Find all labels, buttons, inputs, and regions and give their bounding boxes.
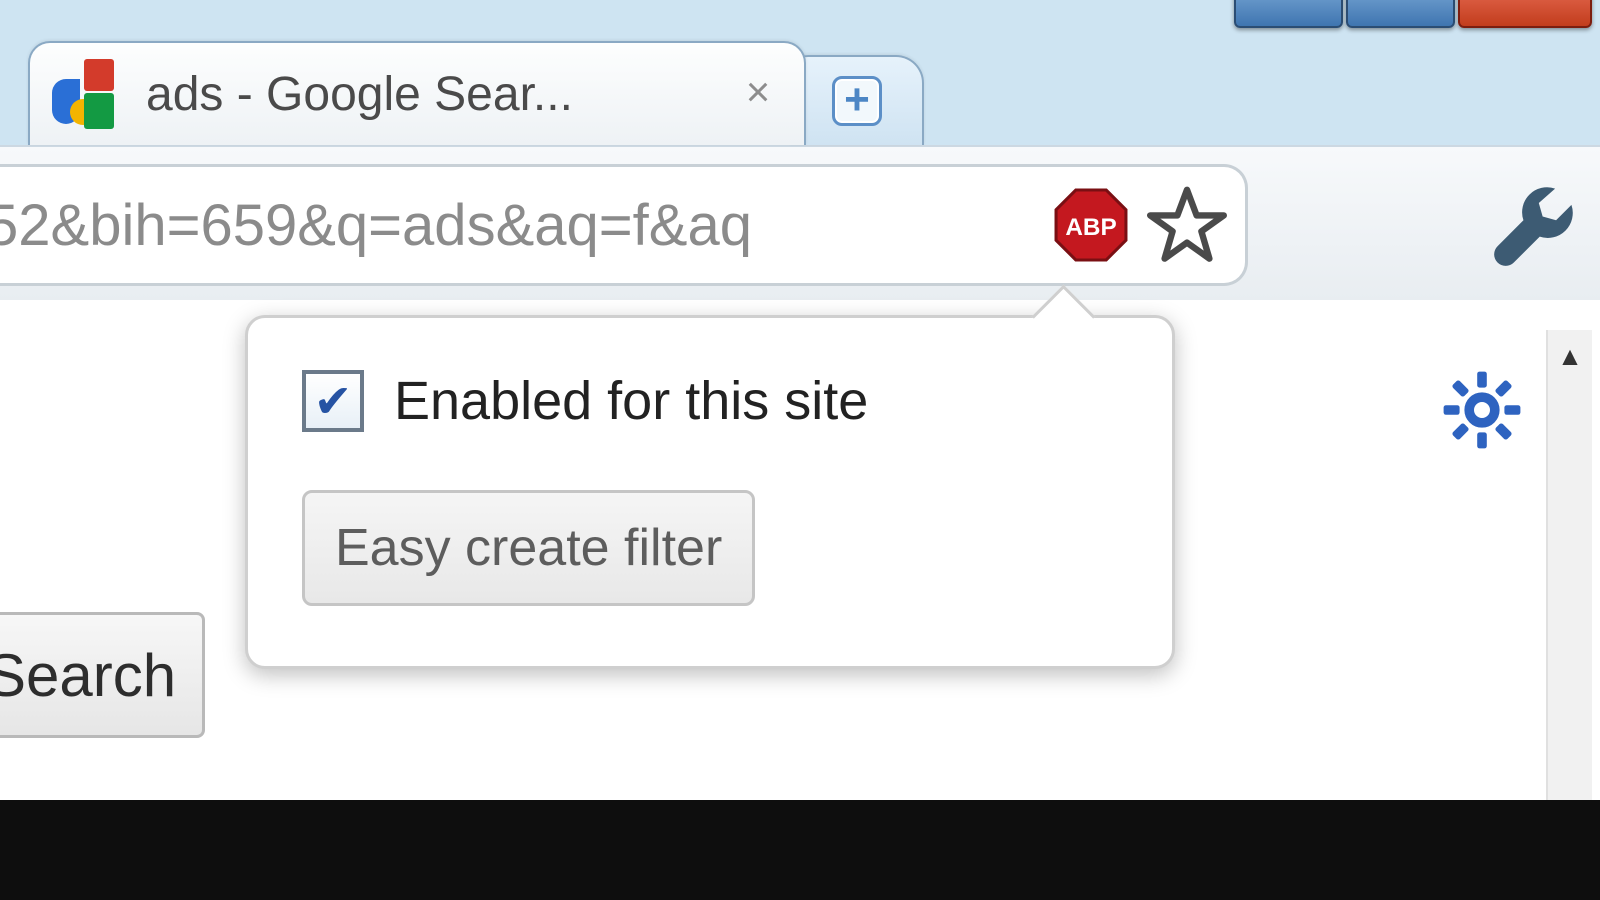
browser-toolbar: 52&bih=659&q=ads&aq=f&aq ABP [0,145,1600,302]
tab-active[interactable]: ads - Google Sear... × [28,41,806,145]
new-tab-button[interactable]: + [790,55,924,145]
abp-icon[interactable]: ABP [1053,187,1129,263]
search-button-label: Search [0,641,176,710]
wrench-icon[interactable] [1486,179,1582,275]
screenshot-viewport: ads - Google Sear... × + 52&bih=659&q=ad… [0,0,1600,900]
tab-strip: ads - Google Sear... × + [0,30,1600,145]
window-close-button[interactable] [1458,0,1592,28]
abp-enable-label: Enabled for this site [394,370,868,432]
scrollbar-up-icon[interactable]: ▲ [1548,334,1592,378]
abp-create-filter-label: Easy create filter [335,518,722,578]
abp-enable-checkbox[interactable]: ✔ [302,370,364,432]
page-settings-gear-icon[interactable] [1442,370,1522,450]
bookmark-star-icon[interactable] [1147,185,1227,265]
plus-icon: + [832,76,882,126]
abp-create-filter-button[interactable]: Easy create filter [302,490,755,606]
address-bar[interactable]: 52&bih=659&q=ads&aq=f&aq ABP [0,164,1248,286]
tab-close-icon[interactable]: × [734,70,782,118]
google-favicon-icon [52,59,122,129]
svg-text:ABP: ABP [1065,214,1116,241]
browser-window: ads - Google Sear... × + 52&bih=659&q=ad… [0,0,1600,800]
letterbox-bottom [0,800,1600,900]
window-maximize-button[interactable] [1346,0,1455,28]
abp-popup: ✔ Enabled for this site Easy create filt… [245,315,1175,669]
search-button[interactable]: Search [0,612,205,738]
abp-enable-row: ✔ Enabled for this site [302,370,1118,432]
window-caption-buttons [1234,0,1592,28]
vertical-scrollbar[interactable]: ▲ [1546,330,1592,800]
address-bar-text: 52&bih=659&q=ads&aq=f&aq [0,192,1043,259]
tab-title: ads - Google Sear... [146,67,720,122]
window-minimize-button[interactable] [1234,0,1343,28]
